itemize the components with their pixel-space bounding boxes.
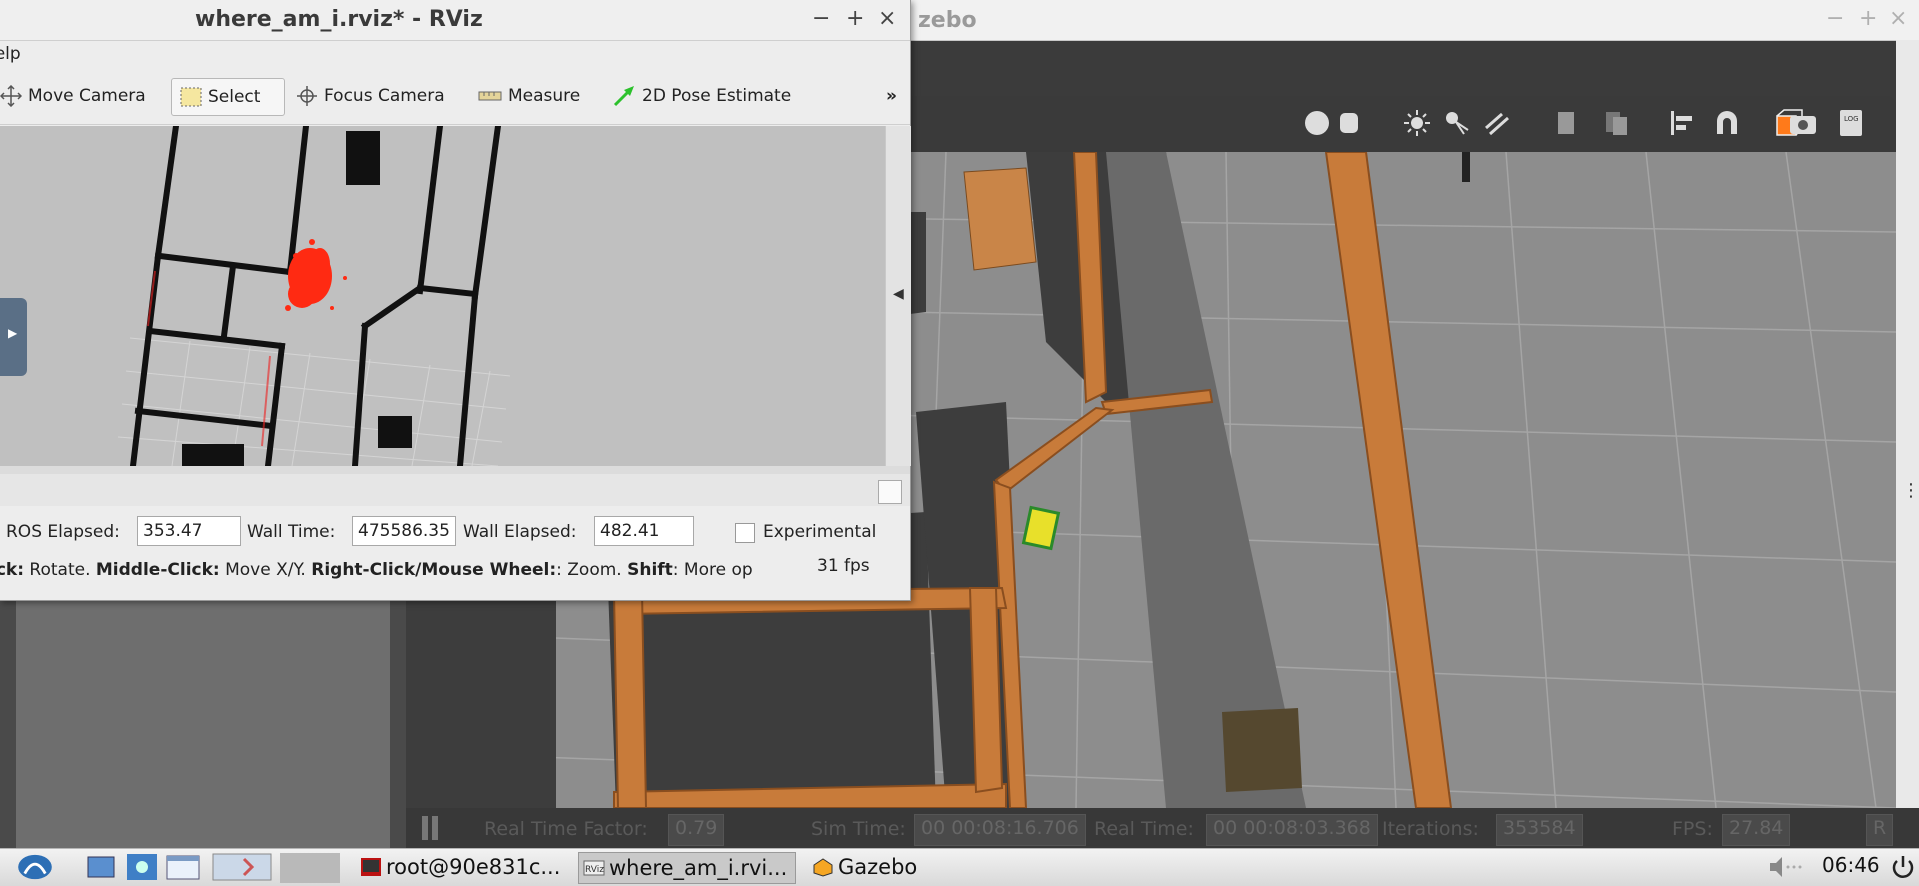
wall-elapsed-label: Wall Elapsed: (463, 522, 577, 542)
iterations-value: 353584 (1496, 814, 1583, 846)
rviz-mid-panel (0, 474, 910, 506)
ros-elapsed-field[interactable]: 353.47 (137, 516, 241, 546)
taskbar-rviz[interactable]: RViz where_am_i.rvi... (578, 852, 797, 884)
gazebo-right-panel-handle[interactable]: ⋮ (1896, 40, 1919, 848)
move-camera-label: Move Camera (28, 86, 146, 106)
paste-icon[interactable] (1602, 108, 1632, 138)
fps-value: 27.84 (1722, 814, 1791, 846)
power-icon[interactable] (1890, 853, 1916, 881)
sim-time-label: Sim Time: (811, 818, 906, 840)
window-icon[interactable] (166, 853, 200, 881)
rviz-help-bar: ick: Rotate. Middle-Click: Move X/Y. Rig… (0, 556, 910, 586)
rviz-dock-handle[interactable]: ▶ (0, 298, 27, 376)
rviz-fps: 31 fps (817, 556, 870, 576)
move-camera-icon (0, 85, 22, 107)
fps-label: FPS: (1672, 818, 1713, 840)
rviz-map-render[interactable] (0, 126, 885, 466)
pose-estimate-label: 2D Pose Estimate (642, 86, 792, 106)
measure-label: Measure (508, 86, 581, 106)
rviz-maximize-button[interactable]: + (846, 6, 864, 31)
experimental-label: Experimental (763, 522, 877, 542)
real-time-label: Real Time: (1094, 818, 1194, 840)
taskbar-rviz-label: where_am_i.rvi... (609, 856, 788, 880)
robot-model[interactable] (1021, 505, 1061, 551)
rviz-close-button[interactable]: × (878, 6, 896, 31)
volume-icon[interactable] (1766, 853, 1806, 881)
move-camera-tool[interactable]: Move Camera (0, 78, 146, 114)
rviz-time-panel: ROS Elapsed: 353.47 Wall Time: 475586.35… (0, 510, 910, 552)
wall-time-field[interactable]: 475586.35 (352, 516, 456, 546)
rviz-splitter[interactable] (0, 466, 910, 474)
experimental-checkbox[interactable] (735, 523, 755, 543)
focus-camera-icon (297, 86, 317, 106)
menu-help[interactable]: lelp (0, 44, 21, 64)
wall-time-label: Wall Time: (247, 522, 336, 542)
wall-elapsed-field[interactable]: 482.41 (594, 516, 694, 546)
desktop-pager-icon[interactable] (212, 853, 272, 881)
focus-camera-label: Focus Camera (324, 86, 445, 106)
taskbar-gazebo[interactable]: Gazebo (808, 852, 917, 882)
terminal-icon (361, 858, 381, 876)
svg-text:RViz: RViz (585, 865, 604, 875)
file-manager-icon[interactable] (86, 853, 116, 881)
gazebo-maximize-button[interactable]: + (1859, 6, 1877, 31)
cylinder-icon[interactable] (1334, 108, 1364, 138)
screenshot-icon[interactable] (1788, 108, 1818, 138)
rviz-toolbar: Move Camera Select Focus Camera Measure … (0, 70, 910, 125)
desktop-pager-slot[interactable] (280, 853, 340, 883)
measure-icon (478, 91, 502, 101)
directional-light-icon[interactable] (1482, 108, 1512, 138)
expand-right-icon: ▶ (8, 326, 18, 340)
log-icon[interactable]: LOG (1836, 108, 1866, 138)
taskbar-clock[interactable]: 06:46 (1822, 853, 1880, 877)
iterations-label: Iterations: (1382, 818, 1479, 840)
rviz-window: where_am_i.rviz* - RViz − + × lelp Move … (0, 0, 911, 601)
svg-text:LOG: LOG (1844, 115, 1859, 123)
real-time-value: 00 00:08:03.368 (1206, 814, 1378, 846)
sim-time-value: 00 00:08:16.706 (914, 814, 1086, 846)
rviz-title: where_am_i.rviz* - RViz (195, 7, 483, 32)
spot-light-icon[interactable] (1442, 108, 1472, 138)
taskbar-gazebo-label: Gazebo (838, 855, 918, 879)
sun-light-icon[interactable] (1402, 108, 1432, 138)
rviz-3d-view[interactable] (0, 126, 885, 466)
rviz-minimize-button[interactable]: − (812, 6, 830, 31)
gazebo-panel-area (16, 595, 390, 848)
rviz-icon: RViz (583, 860, 605, 876)
copy-icon[interactable] (1552, 108, 1582, 138)
gazebo-minimize-button[interactable]: − (1826, 6, 1844, 31)
gazebo-close-button[interactable]: × (1889, 6, 1907, 31)
rviz-small-button[interactable] (878, 480, 902, 504)
more-tools-button[interactable]: » (886, 78, 897, 114)
select-icon (180, 87, 202, 107)
collapse-left-icon: ◀ (893, 286, 904, 302)
select-label: Select (208, 87, 261, 107)
drag-handle-icon[interactable]: ⋮ (1902, 480, 1919, 501)
sphere-icon[interactable] (1302, 108, 1332, 138)
gazebo-status-bar: Real Time Factor: 0.79 Sim Time: 00 00:0… (406, 808, 1919, 848)
taskbar: root@90e831c... RViz where_am_i.rvi... G… (0, 848, 1919, 886)
taskbar-terminal-label: root@90e831c... (386, 855, 561, 879)
snap-magnet-icon[interactable] (1712, 108, 1742, 138)
pose-estimate-tool[interactable]: 2D Pose Estimate (612, 78, 791, 114)
rviz-right-dock-toggle[interactable]: ◀ (885, 126, 911, 466)
help-text: ick: Rotate. Middle-Click: Move X/Y. Rig… (0, 560, 753, 580)
reset-button[interactable]: R (1866, 814, 1894, 846)
real-time-factor-label: Real Time Factor: (484, 818, 648, 840)
system-settings-icon[interactable] (126, 853, 158, 881)
taskbar-terminal[interactable]: root@90e831c... (356, 852, 560, 882)
ros-elapsed-label: ROS Elapsed: (6, 522, 120, 542)
pause-icon[interactable] (422, 816, 428, 840)
start-menu-icon[interactable] (14, 853, 56, 881)
rviz-title-bar[interactable]: where_am_i.rviz* - RViz − + × (0, 0, 910, 41)
focus-camera-tool[interactable]: Focus Camera (296, 78, 445, 114)
pose-estimate-arrow-icon (613, 86, 634, 107)
real-time-factor-value: 0.79 (668, 814, 725, 846)
align-icon[interactable] (1668, 108, 1698, 138)
measure-tool[interactable]: Measure (478, 78, 580, 114)
rviz-menu-bar: lelp (0, 41, 910, 69)
gazebo-title: zebo (918, 8, 977, 33)
gazebo-icon (813, 858, 833, 877)
select-tool[interactable]: Select (171, 78, 286, 116)
